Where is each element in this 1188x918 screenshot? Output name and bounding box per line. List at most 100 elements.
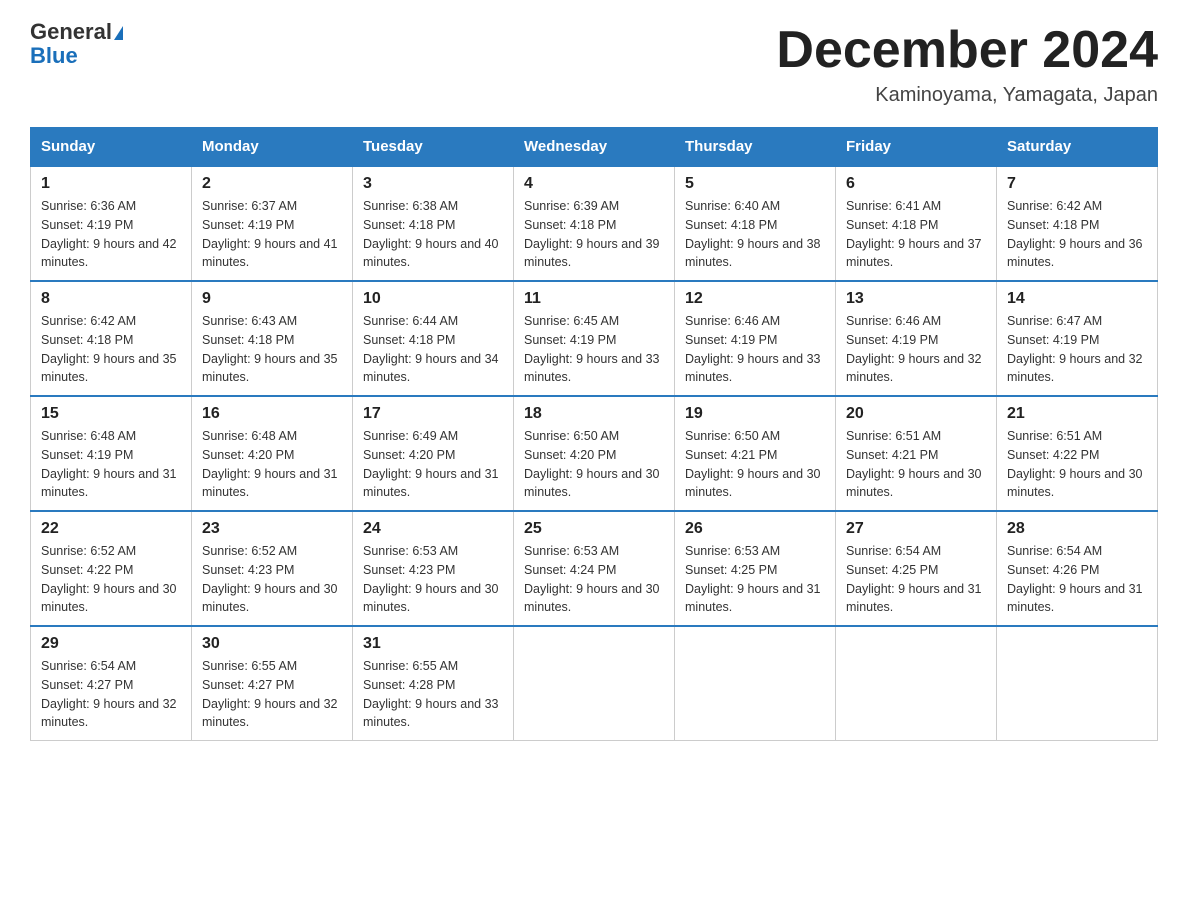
- calendar-cell: 15 Sunrise: 6:48 AMSunset: 4:19 PMDayligh…: [31, 396, 192, 511]
- day-of-week-header: Thursday: [675, 128, 836, 167]
- day-info: Sunrise: 6:53 AMSunset: 4:23 PMDaylight:…: [363, 542, 503, 617]
- day-number: 13: [846, 290, 986, 308]
- day-info: Sunrise: 6:40 AMSunset: 4:18 PMDaylight:…: [685, 197, 825, 272]
- day-info: Sunrise: 6:36 AMSunset: 4:19 PMDaylight:…: [41, 197, 181, 272]
- day-of-week-header: Friday: [836, 128, 997, 167]
- day-number: 31: [363, 635, 503, 653]
- calendar-cell: 1 Sunrise: 6:36 AMSunset: 4:19 PMDaylight…: [31, 166, 192, 281]
- logo-general-text: General: [30, 19, 112, 44]
- calendar-cell: 12Sunrise: 6:46 AMSunset: 4:19 PMDayligh…: [675, 281, 836, 396]
- month-title: December 2024: [776, 20, 1158, 80]
- day-info: Sunrise: 6:46 AMSunset: 4:19 PMDaylight:…: [846, 312, 986, 387]
- day-number: 11: [524, 290, 664, 308]
- calendar-cell: 16Sunrise: 6:48 AMSunset: 4:20 PMDayligh…: [192, 396, 353, 511]
- day-info: Sunrise: 6:50 AMSunset: 4:21 PMDaylight:…: [685, 427, 825, 502]
- calendar-header-row: SundayMondayTuesdayWednesdayThursdayFrid…: [31, 128, 1158, 167]
- day-number: 15: [41, 405, 181, 423]
- day-info: Sunrise: 6:43 AMSunset: 4:18 PMDaylight:…: [202, 312, 342, 387]
- calendar-cell: 31 Sunrise: 6:55 AMSunset: 4:28 PMDayligh…: [353, 626, 514, 741]
- calendar-cell: 18 Sunrise: 6:50 AMSunset: 4:20 PMDayligh…: [514, 396, 675, 511]
- calendar-cell: 13 Sunrise: 6:46 AMSunset: 4:19 PMDayligh…: [836, 281, 997, 396]
- calendar-cell: 27Sunrise: 6:54 AMSunset: 4:25 PMDayligh…: [836, 511, 997, 626]
- day-info: Sunrise: 6:50 AMSunset: 4:20 PMDaylight:…: [524, 427, 664, 502]
- calendar-cell: 24 Sunrise: 6:53 AMSunset: 4:23 PMDayligh…: [353, 511, 514, 626]
- calendar-cell: 2Sunrise: 6:37 AMSunset: 4:19 PMDaylight…: [192, 166, 353, 281]
- day-info: Sunrise: 6:51 AMSunset: 4:22 PMDaylight:…: [1007, 427, 1147, 502]
- day-info: Sunrise: 6:39 AMSunset: 4:18 PMDaylight:…: [524, 197, 664, 272]
- calendar-cell: 19 Sunrise: 6:50 AMSunset: 4:21 PMDayligh…: [675, 396, 836, 511]
- calendar-cell: 5 Sunrise: 6:40 AMSunset: 4:18 PMDaylight…: [675, 166, 836, 281]
- day-info: Sunrise: 6:48 AMSunset: 4:20 PMDaylight:…: [202, 427, 342, 502]
- calendar-cell: 23Sunrise: 6:52 AMSunset: 4:23 PMDayligh…: [192, 511, 353, 626]
- day-of-week-header: Saturday: [997, 128, 1158, 167]
- day-of-week-header: Monday: [192, 128, 353, 167]
- calendar-cell: 25Sunrise: 6:53 AMSunset: 4:24 PMDayligh…: [514, 511, 675, 626]
- calendar-cell: 7 Sunrise: 6:42 AMSunset: 4:18 PMDaylight…: [997, 166, 1158, 281]
- title-area: December 2024 Kaminoyama, Yamagata, Japa…: [776, 20, 1158, 107]
- day-number: 14: [1007, 290, 1147, 308]
- day-number: 3: [363, 175, 503, 193]
- calendar-cell: 17Sunrise: 6:49 AMSunset: 4:20 PMDayligh…: [353, 396, 514, 511]
- calendar-week-row: 22 Sunrise: 6:52 AMSunset: 4:22 PMDayligh…: [31, 511, 1158, 626]
- day-number: 29: [41, 635, 181, 653]
- day-number: 30: [202, 635, 342, 653]
- day-info: Sunrise: 6:52 AMSunset: 4:22 PMDaylight:…: [41, 542, 181, 617]
- day-number: 1: [41, 175, 181, 193]
- day-info: Sunrise: 6:44 AMSunset: 4:18 PMDaylight:…: [363, 312, 503, 387]
- day-info: Sunrise: 6:48 AMSunset: 4:19 PMDaylight:…: [41, 427, 181, 502]
- calendar-cell: 9 Sunrise: 6:43 AMSunset: 4:18 PMDaylight…: [192, 281, 353, 396]
- day-number: 9: [202, 290, 342, 308]
- logo-triangle-icon: [114, 26, 123, 40]
- day-number: 19: [685, 405, 825, 423]
- day-info: Sunrise: 6:51 AMSunset: 4:21 PMDaylight:…: [846, 427, 986, 502]
- day-info: Sunrise: 6:53 AMSunset: 4:25 PMDaylight:…: [685, 542, 825, 617]
- day-info: Sunrise: 6:45 AMSunset: 4:19 PMDaylight:…: [524, 312, 664, 387]
- calendar-cell: 29 Sunrise: 6:54 AMSunset: 4:27 PMDayligh…: [31, 626, 192, 741]
- calendar-cell: [675, 626, 836, 741]
- day-info: Sunrise: 6:41 AMSunset: 4:18 PMDaylight:…: [846, 197, 986, 272]
- calendar-cell: [836, 626, 997, 741]
- calendar-cell: 11 Sunrise: 6:45 AMSunset: 4:19 PMDayligh…: [514, 281, 675, 396]
- logo-blue-text: Blue: [30, 44, 123, 68]
- day-info: Sunrise: 6:37 AMSunset: 4:19 PMDaylight:…: [202, 197, 342, 272]
- day-info: Sunrise: 6:53 AMSunset: 4:24 PMDaylight:…: [524, 542, 664, 617]
- calendar-week-row: 8Sunrise: 6:42 AMSunset: 4:18 PMDaylight…: [31, 281, 1158, 396]
- day-number: 24: [363, 520, 503, 538]
- calendar-cell: 8Sunrise: 6:42 AMSunset: 4:18 PMDaylight…: [31, 281, 192, 396]
- location: Kaminoyama, Yamagata, Japan: [776, 84, 1158, 107]
- day-info: Sunrise: 6:49 AMSunset: 4:20 PMDaylight:…: [363, 427, 503, 502]
- day-number: 20: [846, 405, 986, 423]
- calendar-cell: 14Sunrise: 6:47 AMSunset: 4:19 PMDayligh…: [997, 281, 1158, 396]
- day-info: Sunrise: 6:52 AMSunset: 4:23 PMDaylight:…: [202, 542, 342, 617]
- day-number: 26: [685, 520, 825, 538]
- day-info: Sunrise: 6:42 AMSunset: 4:18 PMDaylight:…: [1007, 197, 1147, 272]
- calendar-cell: 28Sunrise: 6:54 AMSunset: 4:26 PMDayligh…: [997, 511, 1158, 626]
- calendar-table: SundayMondayTuesdayWednesdayThursdayFrid…: [30, 127, 1158, 741]
- day-number: 5: [685, 175, 825, 193]
- calendar-cell: 3Sunrise: 6:38 AMSunset: 4:18 PMDaylight…: [353, 166, 514, 281]
- day-number: 21: [1007, 405, 1147, 423]
- day-number: 28: [1007, 520, 1147, 538]
- day-number: 22: [41, 520, 181, 538]
- calendar-cell: 26 Sunrise: 6:53 AMSunset: 4:25 PMDayligh…: [675, 511, 836, 626]
- day-number: 7: [1007, 175, 1147, 193]
- day-of-week-header: Sunday: [31, 128, 192, 167]
- day-of-week-header: Tuesday: [353, 128, 514, 167]
- day-of-week-header: Wednesday: [514, 128, 675, 167]
- calendar-cell: 20 Sunrise: 6:51 AMSunset: 4:21 PMDayligh…: [836, 396, 997, 511]
- calendar-cell: 21 Sunrise: 6:51 AMSunset: 4:22 PMDayligh…: [997, 396, 1158, 511]
- day-number: 6: [846, 175, 986, 193]
- calendar-cell: 4 Sunrise: 6:39 AMSunset: 4:18 PMDaylight…: [514, 166, 675, 281]
- calendar-cell: [514, 626, 675, 741]
- day-number: 27: [846, 520, 986, 538]
- day-number: 18: [524, 405, 664, 423]
- calendar-week-row: 29 Sunrise: 6:54 AMSunset: 4:27 PMDayligh…: [31, 626, 1158, 741]
- day-info: Sunrise: 6:54 AMSunset: 4:27 PMDaylight:…: [41, 657, 181, 732]
- day-info: Sunrise: 6:46 AMSunset: 4:19 PMDaylight:…: [685, 312, 825, 387]
- day-info: Sunrise: 6:42 AMSunset: 4:18 PMDaylight:…: [41, 312, 181, 387]
- day-info: Sunrise: 6:55 AMSunset: 4:28 PMDaylight:…: [363, 657, 503, 732]
- calendar-cell: 22 Sunrise: 6:52 AMSunset: 4:22 PMDayligh…: [31, 511, 192, 626]
- day-number: 10: [363, 290, 503, 308]
- header: General Blue December 2024 Kaminoyama, Y…: [30, 20, 1158, 107]
- day-number: 4: [524, 175, 664, 193]
